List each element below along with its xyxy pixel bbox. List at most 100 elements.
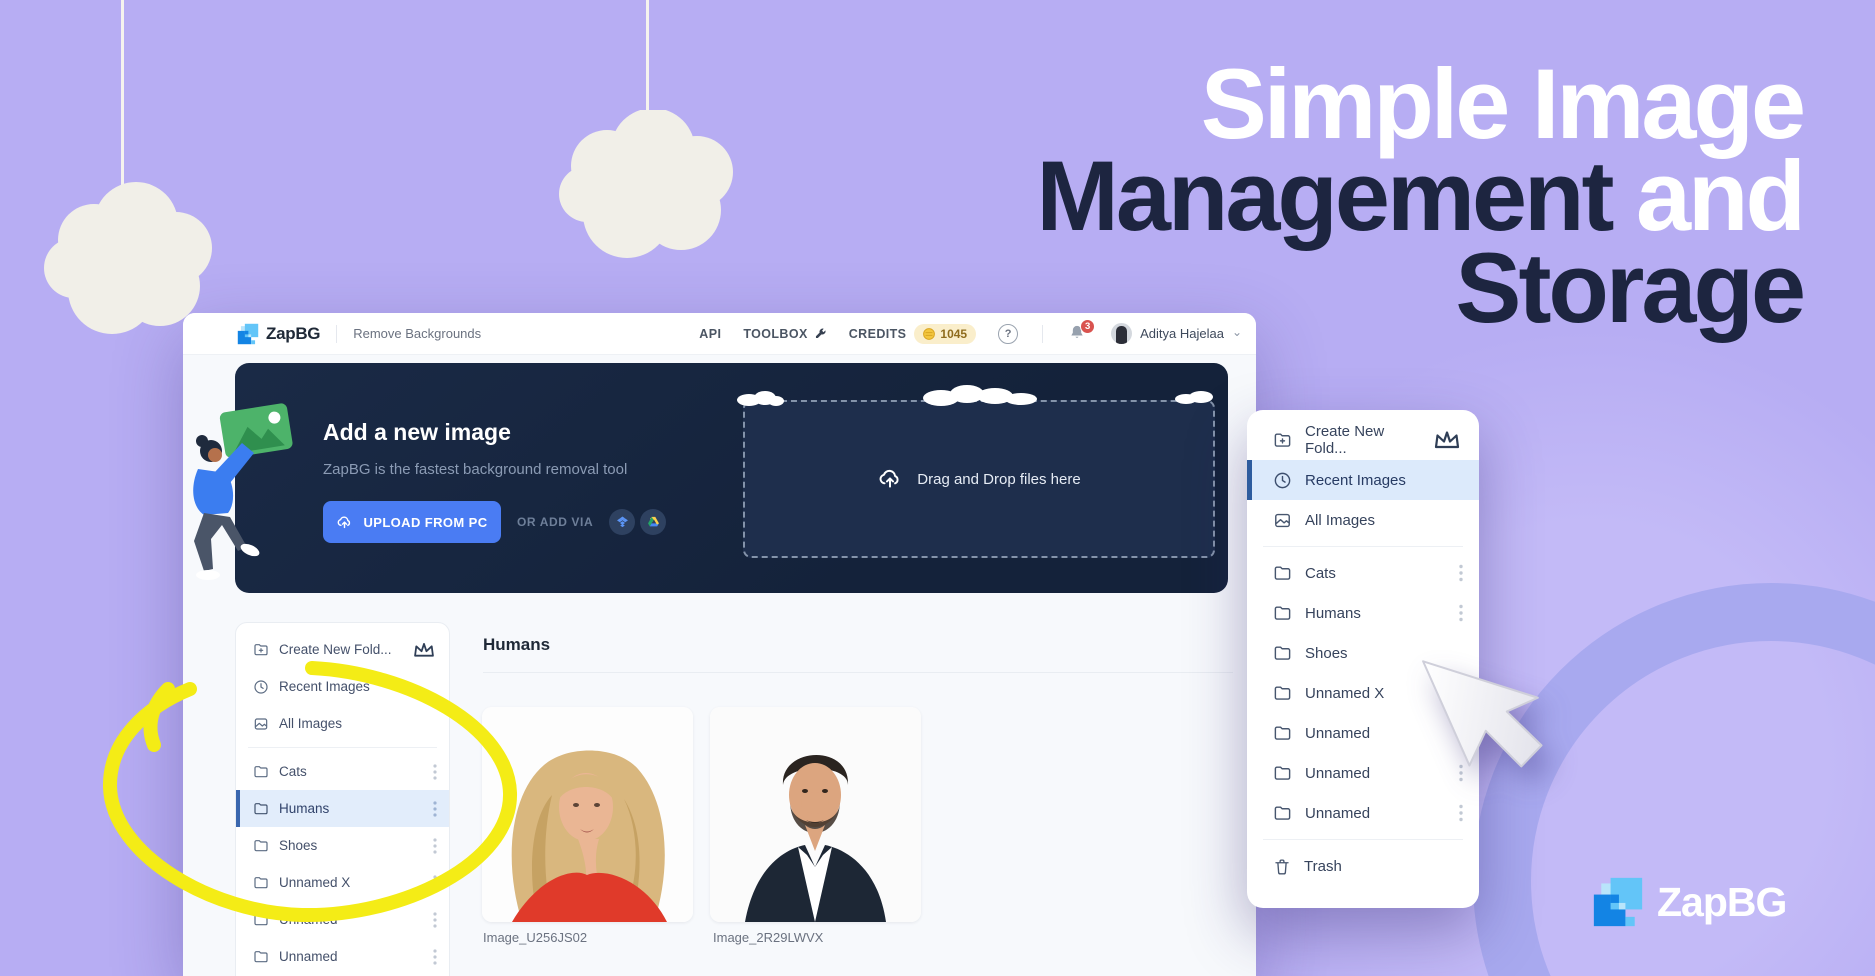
google-drive-icon <box>646 515 661 529</box>
notification-badge: 3 <box>1080 318 1096 334</box>
kebab-menu-icon[interactable] <box>433 763 437 780</box>
image-filename: Image_U256JS02 <box>483 930 588 945</box>
panel-create-new-folder[interactable]: Create New Fold... <box>1247 420 1479 460</box>
folder-label: Unnamed <box>279 912 338 927</box>
panel-recent-images[interactable]: Recent Images <box>1247 460 1479 500</box>
all-images-item[interactable]: All Images <box>236 705 449 742</box>
banner-subtitle: ZapBG is the fastest background removal … <box>323 461 628 478</box>
person-illustration <box>183 399 310 585</box>
folder-label: Unnamed X <box>1305 684 1385 702</box>
page-title: Remove Backgrounds <box>353 326 482 341</box>
brand-logo[interactable]: ZapBG <box>237 323 321 345</box>
dropbox-icon <box>615 515 630 529</box>
user-menu[interactable]: Aditya Hajelaa ⌄ <box>1111 323 1242 344</box>
hanging-string <box>121 0 124 205</box>
folder-label: Unnamed X <box>279 875 351 890</box>
credits-label: CREDITS <box>848 326 907 341</box>
navbar-divider <box>1042 324 1044 343</box>
recent-images-label: Recent Images <box>279 679 370 694</box>
footer-brand-name: ZapBG <box>1657 878 1787 925</box>
folder-label: Unnamed <box>1305 804 1371 822</box>
kebab-menu-icon[interactable] <box>433 911 437 928</box>
google-drive-button[interactable] <box>640 509 667 535</box>
kebab-menu-icon[interactable] <box>433 800 437 817</box>
upload-banner: Add a new image ZapBG is the fastest bac… <box>193 363 1228 593</box>
content-divider <box>483 672 1233 673</box>
panel-all-images[interactable]: All Images <box>1247 500 1479 540</box>
image-filename: Image_2R29LWVX <box>713 930 824 945</box>
folder-icon <box>1273 564 1292 583</box>
help-icon[interactable]: ? <box>998 323 1019 344</box>
app-window: ZapBG Remove Backgrounds API TOOLBOX CRE… <box>183 313 1256 976</box>
folder-icon <box>253 912 269 928</box>
sidebar-folder-unnamed-x[interactable]: Unnamed X <box>236 864 449 901</box>
mini-cloud-decoration <box>921 383 1041 407</box>
folder-plus-icon <box>253 642 269 658</box>
folder-icon <box>1273 764 1292 783</box>
nav-credits[interactable]: CREDITS 1045 <box>848 323 977 344</box>
cursor-3d-arrow <box>1418 618 1578 798</box>
trash-label: Trash <box>1304 857 1342 875</box>
folder-label: Cats <box>279 764 307 779</box>
folder-icon <box>1273 804 1292 823</box>
mini-cloud-decoration <box>1173 389 1217 405</box>
panel-trash[interactable]: Trash <box>1247 846 1479 886</box>
clock-icon <box>253 679 269 695</box>
upload-cloud-icon <box>336 514 353 531</box>
clock-icon <box>1273 471 1292 490</box>
nav-toolbox-link[interactable]: TOOLBOX <box>743 327 826 341</box>
credits-pill: 1045 <box>914 323 977 344</box>
folder-label: Shoes <box>1305 644 1348 662</box>
recent-images-item[interactable]: Recent Images <box>236 668 449 705</box>
folder-icon <box>1273 604 1292 623</box>
kebab-menu-icon[interactable] <box>433 837 437 854</box>
kebab-menu-icon[interactable] <box>433 948 437 965</box>
folder-label: Humans <box>279 801 330 816</box>
panel-folder-cats[interactable]: Cats <box>1247 553 1479 593</box>
folder-icon <box>253 949 269 965</box>
dropbox-button[interactable] <box>609 509 636 535</box>
dropzone-label: Drag and Drop files here <box>917 470 1081 488</box>
nav-toolbox-label: TOOLBOX <box>743 326 808 341</box>
folder-label: Unnamed <box>1305 764 1371 782</box>
drag-drop-zone[interactable]: Drag and Drop files here <box>743 400 1215 558</box>
create-folder-label: Create New Fold... <box>279 642 392 657</box>
kebab-menu-icon[interactable] <box>1459 564 1463 582</box>
crown-icon <box>411 640 437 660</box>
headline: Simple Image Management and Storage <box>1036 54 1806 337</box>
upload-button-label: UPLOAD FROM PC <box>363 514 488 530</box>
sidebar-folder-humans[interactable]: Humans <box>236 790 449 827</box>
cloud-decoration <box>36 182 226 348</box>
content-heading: Humans <box>483 635 551 654</box>
footer-brand: ZapBG <box>1592 876 1787 928</box>
mini-cloud-decoration <box>735 389 785 407</box>
panel-divider <box>1263 546 1463 547</box>
kebab-menu-icon[interactable] <box>1459 804 1463 822</box>
promo-canvas: Simple Image Management and Storage ZapB… <box>0 0 1875 976</box>
nav-api-link[interactable]: API <box>699 327 721 341</box>
all-images-label: All Images <box>1305 511 1376 529</box>
sidebar-folder-unnamed[interactable]: Unnamed <box>236 938 449 975</box>
image-icon <box>1273 511 1292 530</box>
app-navbar: ZapBG Remove Backgrounds API TOOLBOX CRE… <box>183 313 1256 355</box>
folders-sidebar: Create New Fold... Recent Images All Ima… <box>235 622 450 976</box>
sidebar-folder-unnamed[interactable]: Unnamed <box>236 901 449 938</box>
folder-icon <box>253 801 269 817</box>
image-card-woman[interactable] <box>482 707 693 922</box>
sidebar-folder-shoes[interactable]: Shoes <box>236 827 449 864</box>
create-new-folder-item[interactable]: Create New Fold... <box>236 631 449 668</box>
sidebar-folder-cats[interactable]: Cats <box>236 753 449 790</box>
upload-from-pc-button[interactable]: UPLOAD FROM PC <box>323 501 501 543</box>
folder-label: Shoes <box>279 838 318 853</box>
credits-value: 1045 <box>940 326 968 341</box>
banner-title: Add a new image <box>323 419 511 445</box>
panel-folder-unnamed[interactable]: Unnamed <box>1247 793 1479 833</box>
avatar <box>1111 323 1133 344</box>
all-images-label: All Images <box>279 716 343 731</box>
image-card-man[interactable] <box>710 707 921 922</box>
trash-icon <box>1273 857 1291 876</box>
kebab-menu-icon[interactable] <box>433 874 437 891</box>
notifications-bell[interactable]: 3 <box>1067 318 1096 345</box>
upload-cloud-icon <box>877 466 903 492</box>
cloud-decoration <box>545 110 753 268</box>
